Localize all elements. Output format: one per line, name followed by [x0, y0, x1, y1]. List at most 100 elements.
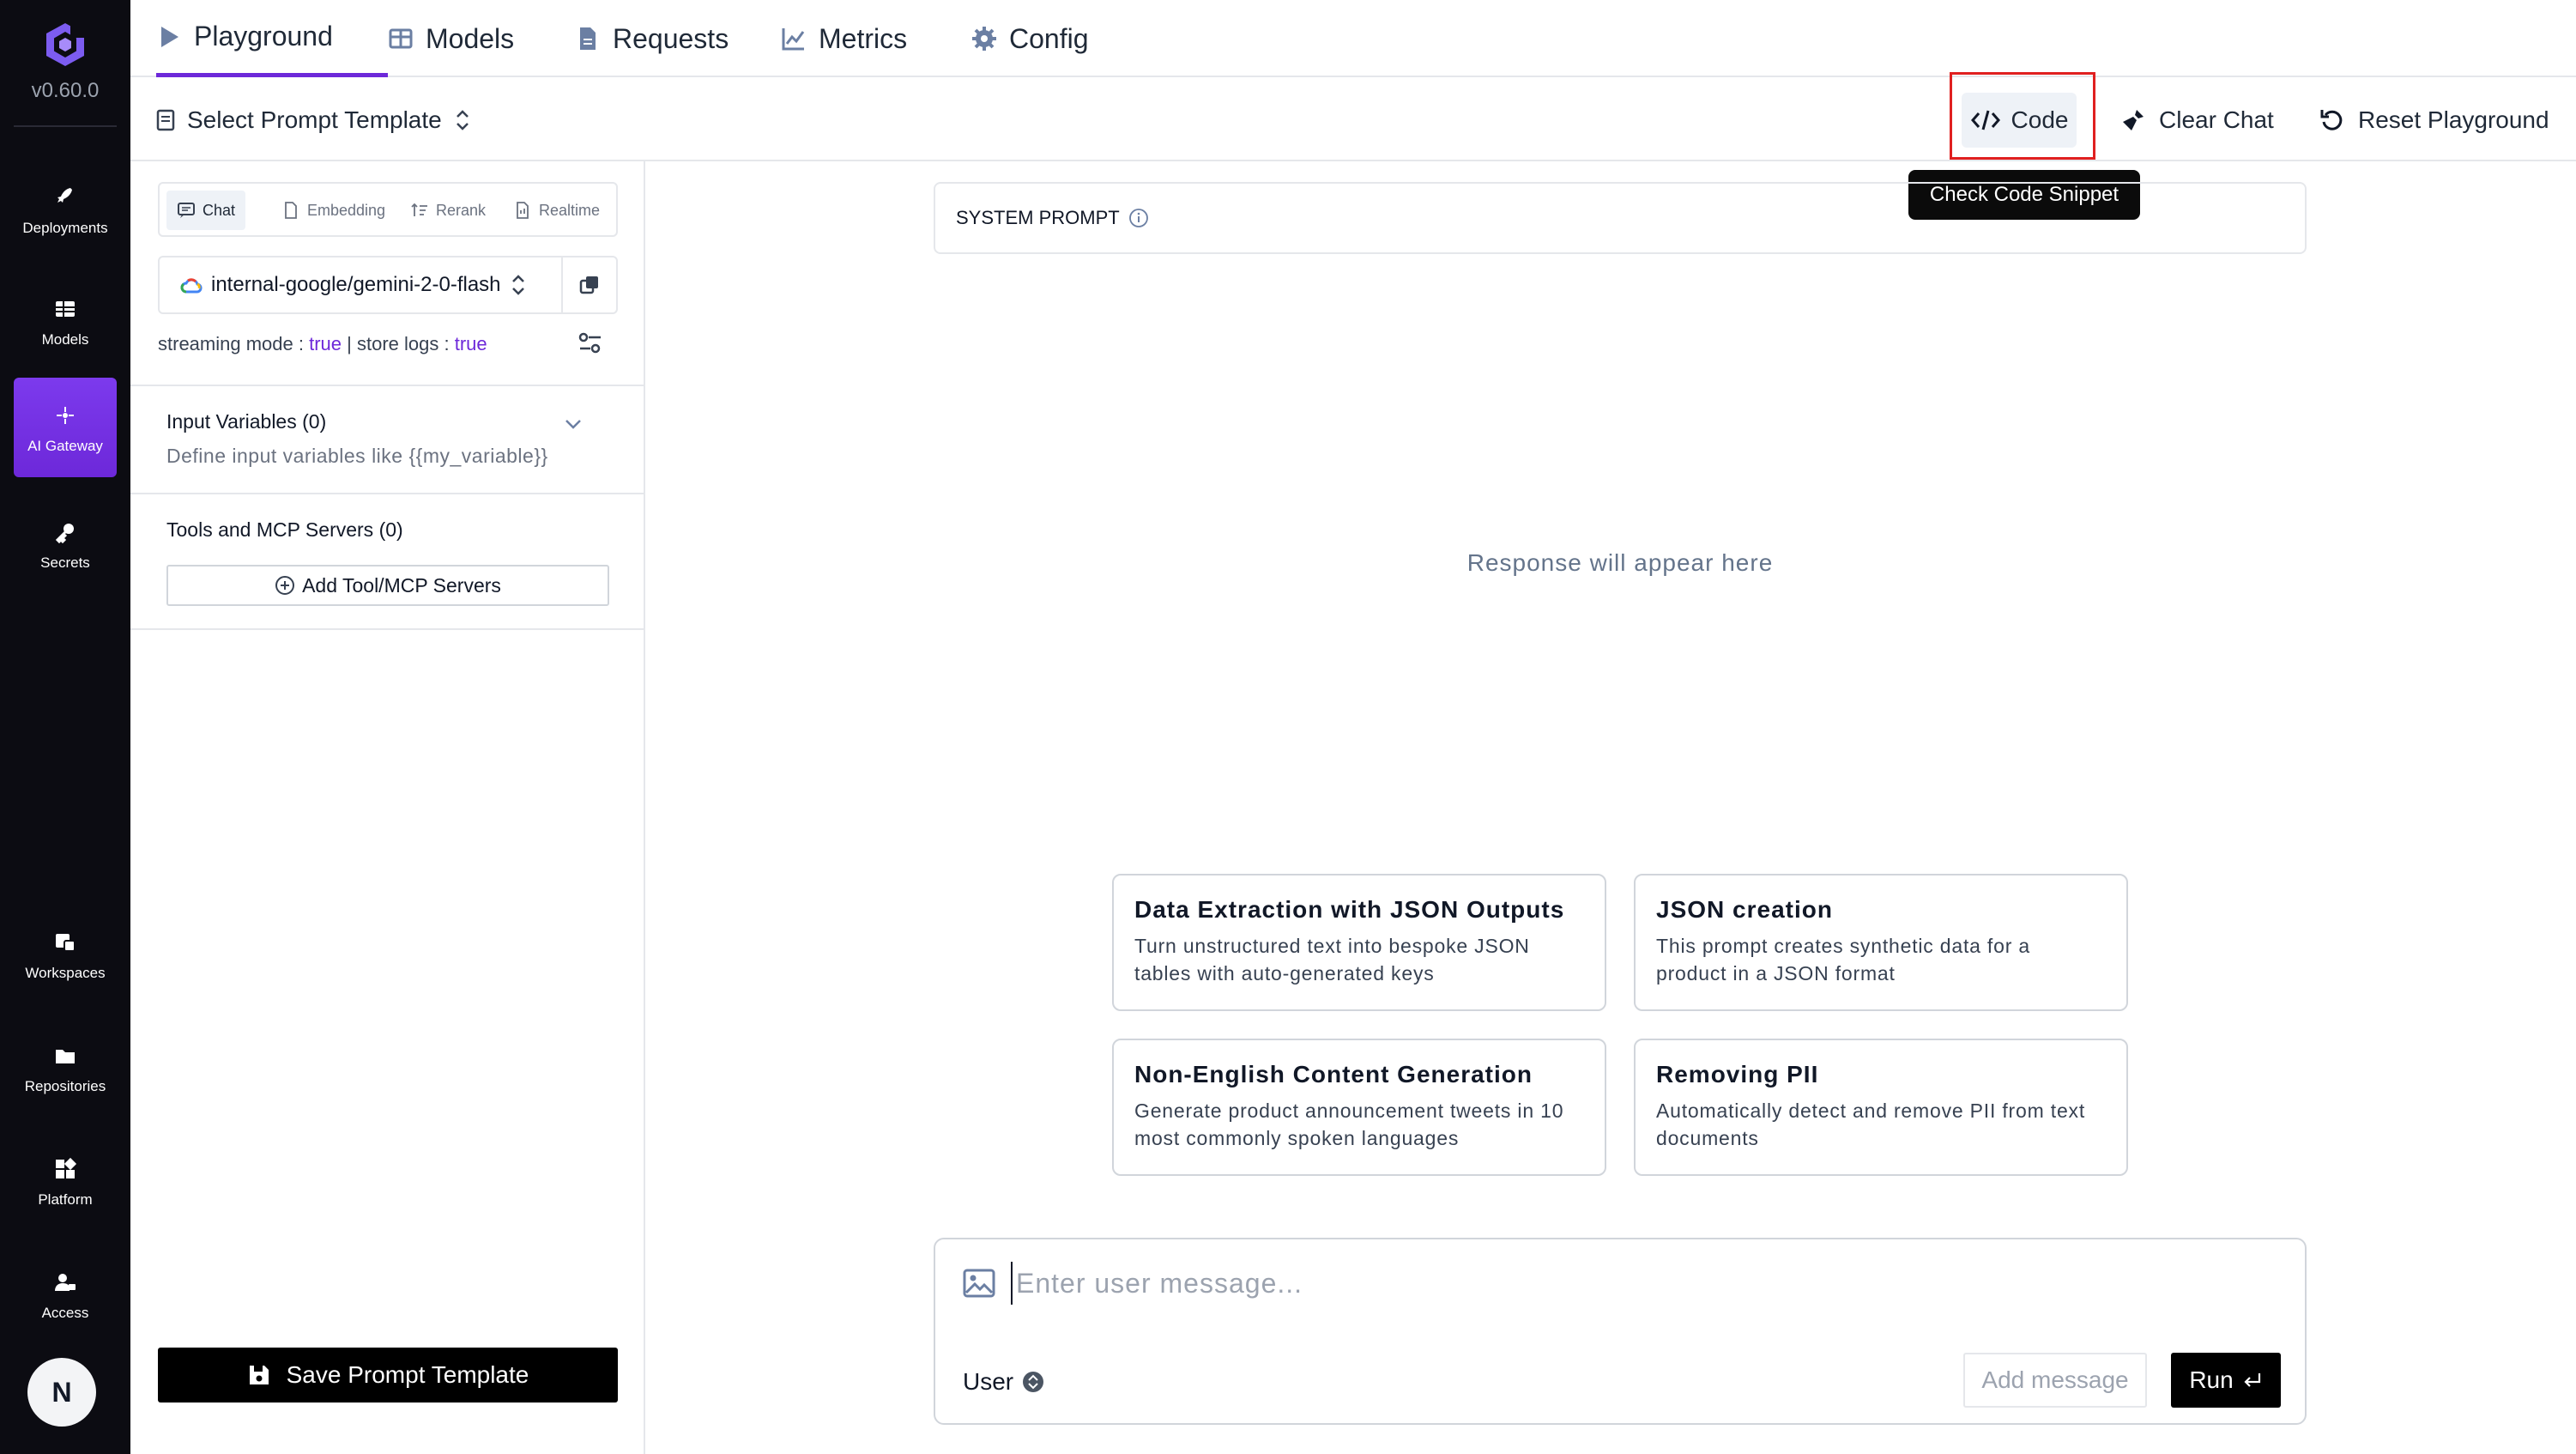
file-icon: [285, 202, 297, 219]
mode-label: Chat: [203, 201, 236, 219]
tab-label: Requests: [613, 22, 729, 54]
save-template-button[interactable]: Save Prompt Template: [158, 1348, 618, 1403]
tab-playground[interactable]: Playground: [156, 0, 388, 77]
plus-circle-icon: [275, 576, 295, 595]
mode-chat[interactable]: Chat: [166, 191, 246, 230]
clear-chat-button[interactable]: Clear Chat: [2119, 79, 2274, 161]
tab-label: Config: [1009, 22, 1089, 54]
nav-label: Repositories: [24, 1078, 106, 1094]
tab-requests[interactable]: Requests: [575, 0, 729, 77]
nav-item-secrets[interactable]: Secrets: [14, 494, 117, 594]
card-title: JSON creation: [1656, 896, 1833, 923]
role-label: User: [963, 1368, 1014, 1395]
example-card[interactable]: JSON creation This prompt creates synthe…: [1634, 874, 2128, 1011]
select-prompt-template[interactable]: Select Prompt Template: [156, 79, 471, 161]
tab-label: Models: [426, 22, 515, 54]
run-label: Run: [2189, 1366, 2234, 1393]
tab-models[interactable]: Models: [388, 0, 514, 77]
grid-icon: [56, 301, 75, 317]
mode-switcher: Chat Embedding Rerank Realtime: [158, 182, 618, 237]
enter-key-icon: [2244, 1373, 2260, 1387]
system-prompt-field[interactable]: SYSTEM PROMPT: [934, 182, 2307, 254]
store-logs-label: store logs :: [356, 333, 450, 354]
nav-divider: [14, 125, 117, 127]
nav-item-ai-gateway[interactable]: AI Gateway: [14, 378, 117, 477]
example-card[interactable]: Non-English Content Generation Generate …: [1112, 1039, 1606, 1176]
save-template-label: Save Prompt Template: [286, 1361, 529, 1388]
user-avatar[interactable]: N: [27, 1358, 96, 1427]
copy-icon: [579, 276, 598, 294]
store-logs-value: true: [454, 333, 487, 354]
config-panel: Chat Embedding Rerank Realtime internal-…: [130, 161, 645, 1454]
nav-label: Access: [41, 1305, 89, 1321]
tools-title: Tools and MCP Servers (0): [166, 518, 403, 541]
workspace-icon: [56, 934, 76, 952]
response-placeholder: Response will appear here: [1466, 549, 1774, 576]
nav-label: AI Gateway: [27, 438, 103, 454]
mode-realtime[interactable]: Realtime: [503, 191, 610, 230]
nav-item-repositories[interactable]: Repositories: [14, 1018, 117, 1118]
tab-metrics[interactable]: Metrics: [781, 0, 907, 77]
gear-icon: [972, 27, 996, 51]
divider: [130, 385, 644, 386]
example-card[interactable]: Removing PII Automatically detect and re…: [1634, 1039, 2128, 1176]
card-description: Generate product announcement tweets in …: [1134, 1100, 1564, 1149]
model-name: internal-google/gemini-2-0-flash: [211, 273, 501, 296]
mode-label: Embedding: [307, 201, 386, 219]
rocket-icon: [57, 188, 72, 203]
nav-item-deployments[interactable]: Deployments: [14, 160, 117, 259]
nav-label: Secrets: [40, 554, 90, 571]
google-cloud-icon: [180, 278, 203, 294]
playground-toolbar: Select Prompt Template Clear Chat Reset …: [130, 79, 2576, 161]
sort-icon: [411, 203, 427, 216]
image-upload-icon[interactable]: [963, 1269, 995, 1298]
select-template-label: Select Prompt Template: [187, 106, 442, 133]
add-message-button[interactable]: Add message: [1963, 1353, 2147, 1408]
role-selector[interactable]: User: [963, 1368, 1044, 1396]
card-description: This prompt creates synthetic data for a…: [1656, 935, 2030, 984]
realtime-icon: [517, 202, 529, 219]
card-title: Non-English Content Generation: [1134, 1061, 1533, 1087]
mode-label: Realtime: [539, 201, 601, 219]
example-card[interactable]: Data Extraction with JSON Outputs Turn u…: [1112, 874, 1606, 1011]
mode-rerank[interactable]: Rerank: [400, 191, 496, 230]
card-title: Data Extraction with JSON Outputs: [1134, 896, 1565, 923]
chevron-down-icon[interactable]: [561, 412, 585, 436]
copy-model-button[interactable]: [561, 256, 618, 314]
chart-line-icon: [782, 28, 805, 51]
gateway-icon: [57, 407, 74, 424]
play-icon: [161, 26, 178, 47]
reset-playground-label: Reset Playground: [2358, 106, 2549, 133]
streaming-status: streaming mode : true | store logs : tru…: [158, 333, 487, 355]
nav-item-workspaces[interactable]: Workspaces: [14, 905, 117, 1004]
input-variables-title[interactable]: Input Variables (0): [166, 410, 326, 433]
divider: [130, 628, 644, 630]
run-button[interactable]: Run: [2171, 1353, 2281, 1408]
model-selector[interactable]: internal-google/gemini-2-0-flash: [158, 256, 563, 314]
message-input[interactable]: [1011, 1262, 2212, 1305]
reset-playground-button[interactable]: Reset Playground: [2319, 79, 2549, 161]
tab-config[interactable]: Config: [971, 0, 1089, 77]
chevron-up-down-icon: [456, 110, 469, 130]
chat-icon: [178, 203, 195, 218]
app-logo-icon[interactable]: [41, 21, 89, 69]
broom-icon: [2123, 110, 2144, 130]
add-tool-button[interactable]: Add Tool/MCP Servers: [166, 565, 609, 606]
folder-icon: [56, 1050, 75, 1063]
separator: |: [347, 333, 352, 354]
nav-label: Models: [41, 331, 89, 348]
settings-sliders-icon[interactable]: [577, 330, 604, 357]
card-title: Removing PII: [1656, 1061, 1819, 1087]
nav-label: Deployments: [22, 220, 108, 236]
chevron-up-down-icon: [511, 275, 524, 295]
mode-embedding[interactable]: Embedding: [271, 191, 396, 230]
nav-item-models[interactable]: Models: [14, 271, 117, 371]
swap-role-icon: [1023, 1372, 1044, 1392]
nav-item-platform[interactable]: Platform: [14, 1131, 117, 1231]
nav-item-access[interactable]: Access: [14, 1245, 117, 1344]
platform-icon: [56, 1157, 77, 1178]
top-tab-bar: Playground Models Requests Metrics Confi…: [130, 0, 2576, 77]
tab-label: Playground: [194, 21, 333, 51]
info-icon[interactable]: [1128, 208, 1149, 228]
add-tool-label: Add Tool/MCP Servers: [302, 573, 501, 597]
